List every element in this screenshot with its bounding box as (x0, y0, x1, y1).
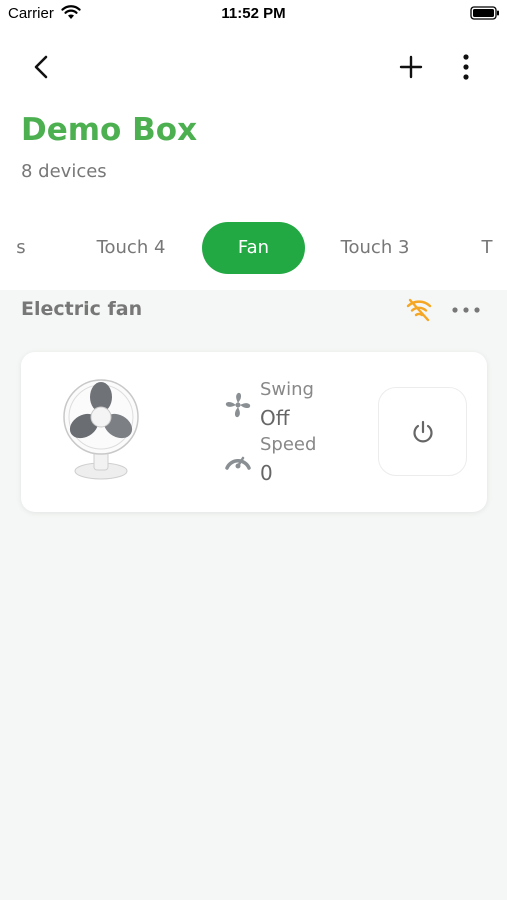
device-card[interactable]: Swing Off Speed 0 (21, 352, 487, 512)
fan-icon (225, 392, 251, 418)
section-title: Electric fan (21, 298, 143, 320)
more-options-button[interactable] (446, 47, 486, 87)
add-button[interactable] (391, 47, 431, 87)
wifi-off-icon (406, 298, 432, 322)
battery-icon (470, 6, 499, 20)
device-count: 8 devices (21, 161, 107, 182)
tab-partial-left[interactable]: s (8, 222, 34, 274)
tab-partial-right[interactable]: T (476, 222, 498, 274)
swing-value: Off (260, 406, 290, 430)
swing-label: Swing (260, 379, 314, 400)
plus-icon (399, 55, 423, 79)
tab-fan[interactable]: Fan (202, 222, 305, 274)
tab-touch-3[interactable]: Touch 3 (325, 222, 425, 274)
room-tabs: s Touch 4 Fan Touch 3 T (0, 222, 507, 274)
speed-value: 0 (260, 461, 273, 485)
power-icon (412, 420, 433, 442)
more-horizontal-icon (452, 307, 480, 313)
speed-label: Speed (260, 434, 317, 455)
tab-touch-4[interactable]: Touch 4 (80, 222, 182, 274)
more-vertical-icon (463, 54, 469, 80)
chevron-left-icon (34, 55, 48, 79)
status-bar: Carrier 11:52 PM (0, 0, 507, 30)
page-title: Demo Box (21, 112, 198, 148)
back-button[interactable] (21, 47, 61, 87)
speedometer-icon (225, 456, 251, 470)
fan-device-image (63, 379, 139, 480)
power-button[interactable] (378, 387, 467, 476)
header-area: Carrier 11:52 PM Demo Box 8 devices s To… (0, 0, 507, 290)
section-more-button[interactable] (450, 296, 482, 324)
status-time: 11:52 PM (221, 5, 286, 22)
